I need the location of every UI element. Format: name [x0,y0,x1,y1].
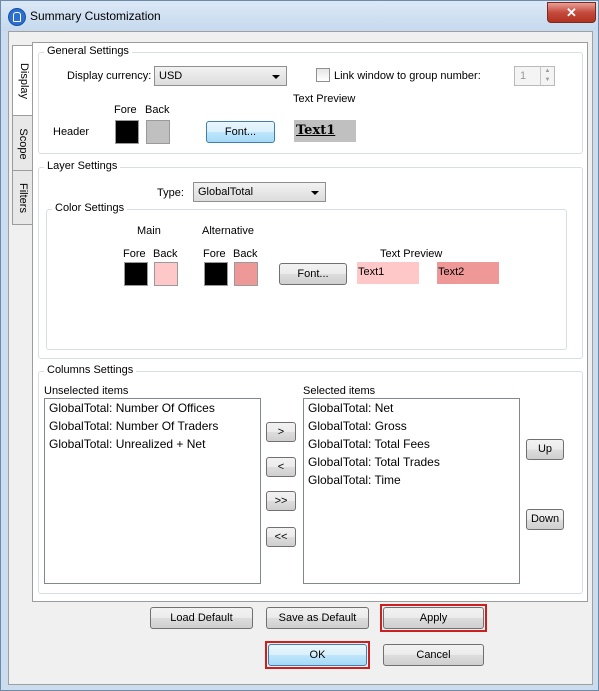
layer-settings-group: Layer Settings Type: GlobalTotal Color S… [38,160,583,359]
chevron-down-icon [311,191,319,195]
window-title: Summary Customization [30,9,161,23]
close-button[interactable]: ✕ [547,2,596,23]
header-back-label: Back [145,104,170,116]
layer-settings-title: Layer Settings [44,160,121,172]
tab-scope[interactable]: Scope [12,115,34,172]
tab-display-label: Display [17,62,30,100]
tab-scope-label: Scope [17,127,29,160]
columns-settings-title: Columns Settings [44,364,137,376]
display-currency-value: USD [159,70,183,82]
dialog-client-area: Display Scope Filters General Settings D… [8,31,593,685]
apply-button[interactable]: Apply [383,607,484,629]
spin-up-icon[interactable]: ▲ [540,67,554,76]
main-back-swatch[interactable] [154,262,178,286]
layer-type-select[interactable]: GlobalTotal [193,182,326,202]
header-text-preview: Text1 [294,120,356,142]
header-text-preview-label: Text Preview [293,93,356,105]
tab-filters-label: Filters [17,182,29,213]
list-item[interactable]: GlobalTotal: Total Fees [304,435,519,453]
list-item[interactable]: GlobalTotal: Unrealized + Net [45,435,260,453]
list-item[interactable]: GlobalTotal: Number Of Traders [45,417,260,435]
general-settings-title: General Settings [44,45,132,57]
main-fore-swatch[interactable] [124,262,148,286]
alt-text-preview: Text2 [437,262,499,284]
display-currency-label: Display currency: [67,70,152,82]
summary-customization-window: Summary Customization ✕ Display Scope Fi… [0,0,599,691]
display-tab-panel: General Settings Display currency: USD L… [32,42,588,602]
link-window-label: Link window to group number: [334,70,481,82]
list-item[interactable]: GlobalTotal: Total Trades [304,453,519,471]
selected-items-label: Selected items [303,385,376,397]
list-item[interactable]: GlobalTotal: Gross [304,417,519,435]
header-label: Header [53,126,90,138]
header-back-swatch[interactable] [146,120,170,144]
unselected-items-list[interactable]: GlobalTotal: Number Of Offices GlobalTot… [44,398,261,584]
alternative-label: Alternative [202,225,254,237]
layer-text-preview-label: Text Preview [380,248,443,260]
general-settings-group: General Settings Display currency: USD L… [38,45,583,154]
move-all-right-button[interactable]: >> [266,491,296,511]
ok-button[interactable]: OK [268,644,367,666]
main-fore-label: Fore [123,248,146,260]
unselected-items-label: Unselected items [44,385,129,397]
spin-down-icon[interactable]: ▼ [540,76,554,85]
move-right-button[interactable]: > [266,422,296,442]
move-down-button[interactable]: Down [526,509,564,530]
alt-fore-label: Fore [203,248,226,260]
color-settings-group: Color Settings Main Alternative Fore Bac… [46,202,567,350]
display-currency-select[interactable]: USD [154,66,287,86]
main-text-preview: Text1 [357,262,419,284]
move-left-button[interactable]: < [266,457,296,477]
move-up-button[interactable]: Up [526,439,564,460]
save-as-default-button[interactable]: Save as Default [266,607,369,629]
columns-settings-group: Columns Settings Unselected items Global… [38,364,583,594]
cancel-button[interactable]: Cancel [383,644,484,666]
layer-type-value: GlobalTotal [198,186,254,198]
group-number-value: 1 [520,70,527,82]
layer-type-label: Type: [157,187,184,199]
title-bar: Summary Customization ✕ [1,1,598,31]
tab-display[interactable]: Display [12,45,34,117]
group-number-spinner[interactable]: 1 ▲ ▼ [514,66,555,86]
app-icon [8,8,26,26]
list-item[interactable]: GlobalTotal: Time [304,471,519,489]
alt-back-label: Back [233,248,258,260]
list-item[interactable]: GlobalTotal: Number Of Offices [45,399,260,417]
alt-fore-swatch[interactable] [204,262,228,286]
color-settings-title: Color Settings [52,202,128,214]
alt-back-swatch[interactable] [234,262,258,286]
header-fore-label: Fore [114,104,137,116]
link-window-checkbox[interactable] [316,68,330,82]
load-default-button[interactable]: Load Default [150,607,253,629]
header-font-button[interactable]: Font... [206,121,275,143]
main-back-label: Back [153,248,178,260]
layer-font-button[interactable]: Font... [279,263,347,285]
tab-filters[interactable]: Filters [12,170,34,225]
move-all-left-button[interactable]: << [266,527,296,547]
list-item[interactable]: GlobalTotal: Net [304,399,519,417]
selected-items-list[interactable]: GlobalTotal: Net GlobalTotal: Gross Glob… [303,398,520,584]
header-fore-swatch[interactable] [115,120,139,144]
chevron-down-icon [272,75,280,79]
main-label: Main [137,225,161,237]
